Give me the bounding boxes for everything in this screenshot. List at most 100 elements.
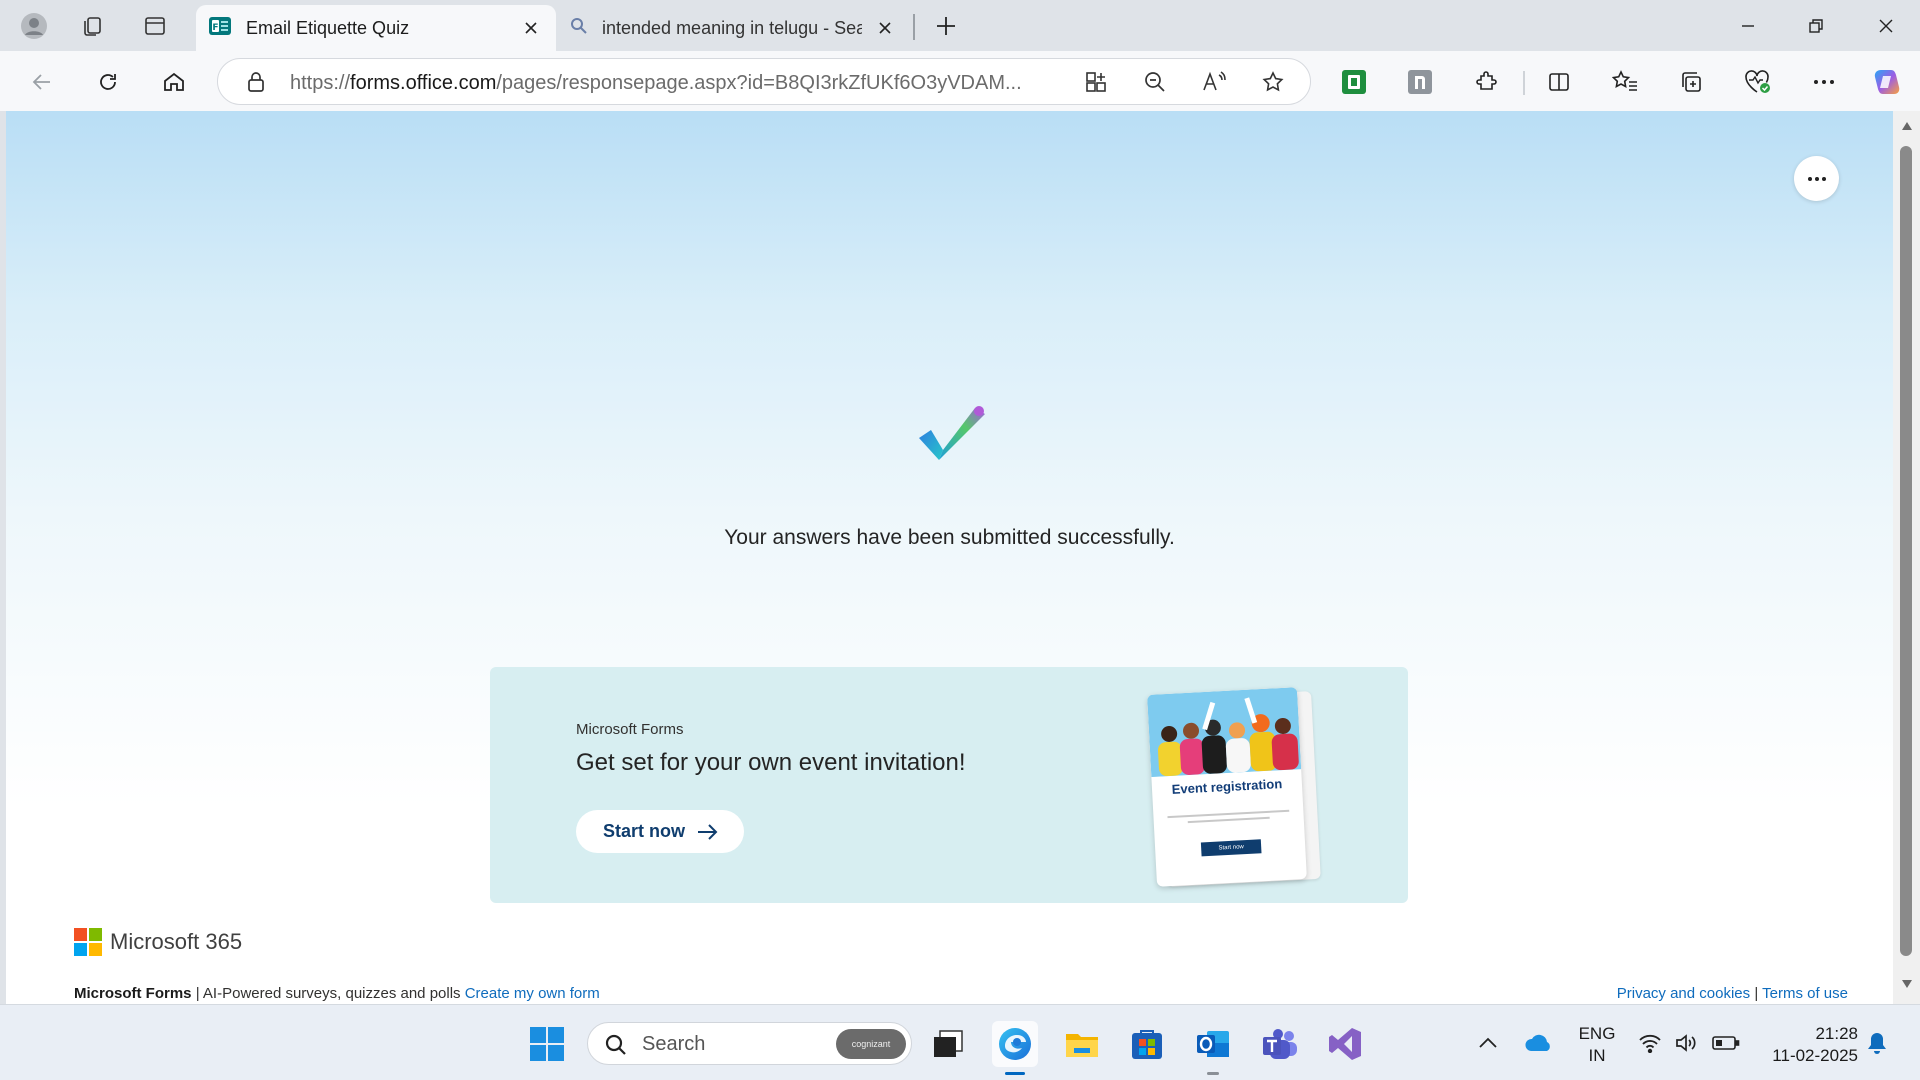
search-icon	[605, 1034, 626, 1055]
browser-essentials-icon[interactable]	[1738, 62, 1778, 102]
windows-taskbar: Search cognizant ENG IN 21:28 11-02-2025	[0, 1004, 1920, 1080]
tab-strip: F Email Etiquette Quiz intended meaning …	[0, 0, 1920, 51]
collections-icon[interactable]	[1671, 62, 1711, 102]
footer-tagline: | AI-Powered surveys, quizzes and polls	[195, 985, 461, 1002]
read-aloud-icon[interactable]	[1196, 64, 1232, 100]
settings-more-icon[interactable]	[1804, 62, 1844, 102]
search-icon	[570, 17, 588, 40]
card-title: Event registration	[1171, 776, 1283, 797]
microsoft-logo-icon	[74, 928, 102, 956]
extension-n-icon[interactable]	[1400, 62, 1440, 102]
vertical-tabs-icon[interactable]	[135, 6, 175, 46]
clock-date: 11-02-2025	[1772, 1046, 1858, 1065]
favorites-icon[interactable]	[1605, 62, 1645, 102]
new-tab-icon[interactable]	[928, 8, 964, 44]
start-now-label: Start now	[603, 821, 686, 841]
start-button-icon[interactable]	[524, 1021, 570, 1067]
terms-link[interactable]: Terms of use	[1762, 985, 1848, 1002]
region-code: IN	[1588, 1046, 1606, 1065]
scrollbar-thumb[interactable]	[1900, 146, 1912, 956]
svg-text:F: F	[212, 23, 218, 33]
visual-studio-icon[interactable]	[1322, 1021, 1368, 1067]
back-arrow-icon[interactable]	[22, 62, 62, 102]
toolbar-divider	[1523, 71, 1525, 95]
extensions-puzzle-icon[interactable]	[1467, 62, 1507, 102]
search-label: Search	[642, 1033, 706, 1055]
edge-icon[interactable]	[992, 1021, 1038, 1075]
promo-card: Microsoft Forms Get set for your own eve…	[490, 667, 1408, 903]
page-content: Your answers have been submitted success…	[6, 111, 1893, 1004]
volume-icon[interactable]	[1674, 1025, 1698, 1061]
event-registration-illustration: Event registration Start now	[1147, 687, 1307, 887]
minimize-icon[interactable]	[1714, 0, 1782, 51]
tab-title: Email Etiquette Quiz	[246, 17, 410, 38]
close-window-icon[interactable]	[1852, 0, 1920, 51]
battery-icon[interactable]	[1712, 1025, 1740, 1061]
create-form-link[interactable]: Create my own form	[465, 985, 600, 1002]
more-options-button[interactable]	[1794, 156, 1839, 201]
tab-title: intended meaning in telugu - Sea	[602, 17, 862, 38]
start-now-button[interactable]: Start now	[576, 810, 744, 853]
show-hidden-icons-icon[interactable]	[1478, 1025, 1498, 1061]
footer-left: Microsoft Forms | AI-Powered surveys, qu…	[74, 985, 600, 1002]
profile-avatar-icon[interactable]	[14, 6, 54, 46]
workspaces-icon[interactable]	[72, 6, 112, 46]
wifi-icon[interactable]	[1638, 1025, 1662, 1061]
file-explorer-icon[interactable]	[1059, 1021, 1105, 1067]
footer-separator: |	[1754, 985, 1759, 1002]
footer-product: Microsoft Forms	[74, 985, 192, 1002]
arrow-right-icon	[698, 823, 718, 840]
microsoft-365-logo: Microsoft 365	[74, 928, 242, 956]
cognizant-badge: cognizant	[836, 1029, 906, 1059]
tab-separator	[913, 14, 915, 40]
browser-toolbar: https://forms.office.com/pages/responsep…	[0, 51, 1920, 111]
onedrive-icon[interactable]	[1524, 1025, 1552, 1061]
system-clock[interactable]: 21:28 11-02-2025	[1758, 1023, 1858, 1067]
zoom-out-icon[interactable]	[1137, 64, 1173, 100]
teams-icon[interactable]	[1257, 1021, 1303, 1067]
active-indicator	[1005, 1072, 1025, 1075]
lock-icon[interactable]	[238, 64, 274, 100]
vertical-scrollbar[interactable]	[1893, 111, 1920, 1004]
card-start-button: Start now	[1200, 839, 1262, 857]
url-domain: forms.office.com	[350, 72, 497, 94]
close-tab-icon[interactable]	[874, 17, 896, 39]
microsoft-store-icon[interactable]	[1124, 1021, 1170, 1067]
clock-time: 21:28	[1815, 1024, 1858, 1043]
card-body-lines	[1167, 808, 1290, 828]
close-tab-icon[interactable]	[520, 17, 542, 39]
home-icon[interactable]	[154, 62, 194, 102]
language-code: ENG	[1578, 1024, 1616, 1043]
favorite-star-icon[interactable]	[1255, 64, 1291, 100]
url-text[interactable]: https://forms.office.com/pages/responsep…	[290, 72, 1022, 95]
url-prefix: https://	[290, 72, 351, 94]
split-screen-icon[interactable]	[1539, 62, 1579, 102]
footer-right: Privacy and cookies | Terms of use	[1617, 985, 1848, 1002]
refresh-icon[interactable]	[88, 62, 128, 102]
success-message: Your answers have been submitted success…	[724, 526, 1175, 549]
tab-email-etiquette-quiz[interactable]: F Email Etiquette Quiz	[196, 5, 556, 51]
promo-product-label: Microsoft Forms	[576, 721, 684, 738]
url-path: /pages/responsepage.aspx?id=B8QI3rkZfUKf…	[496, 72, 1022, 94]
promo-title: Get set for your own event invitation!	[576, 749, 966, 776]
taskbar-search-box[interactable]: Search cognizant	[587, 1022, 912, 1065]
outlook-icon[interactable]	[1190, 1021, 1236, 1075]
people-illustration	[1147, 687, 1302, 777]
notifications-bell-icon[interactable]	[1866, 1025, 1888, 1061]
more-dots-icon	[1807, 176, 1826, 181]
privacy-link[interactable]: Privacy and cookies	[1617, 985, 1750, 1002]
brand-name: Microsoft 365	[110, 929, 243, 954]
app-available-icon[interactable]	[1078, 64, 1114, 100]
forms-icon: F	[208, 14, 232, 43]
success-check-icon	[911, 396, 991, 476]
address-bar[interactable]: https://forms.office.com/pages/responsep…	[217, 58, 1311, 105]
extension-green-icon[interactable]	[1334, 62, 1374, 102]
copilot-icon[interactable]	[1867, 62, 1907, 102]
language-indicator[interactable]: ENG IN	[1578, 1023, 1616, 1067]
tab-intended-meaning[interactable]: intended meaning in telugu - Sea	[560, 5, 910, 51]
task-view-icon[interactable]	[925, 1021, 971, 1067]
restore-icon[interactable]	[1782, 0, 1850, 51]
scroll-down-icon[interactable]	[1901, 979, 1913, 989]
scroll-up-icon[interactable]	[1901, 121, 1913, 131]
running-indicator	[1207, 1072, 1219, 1075]
